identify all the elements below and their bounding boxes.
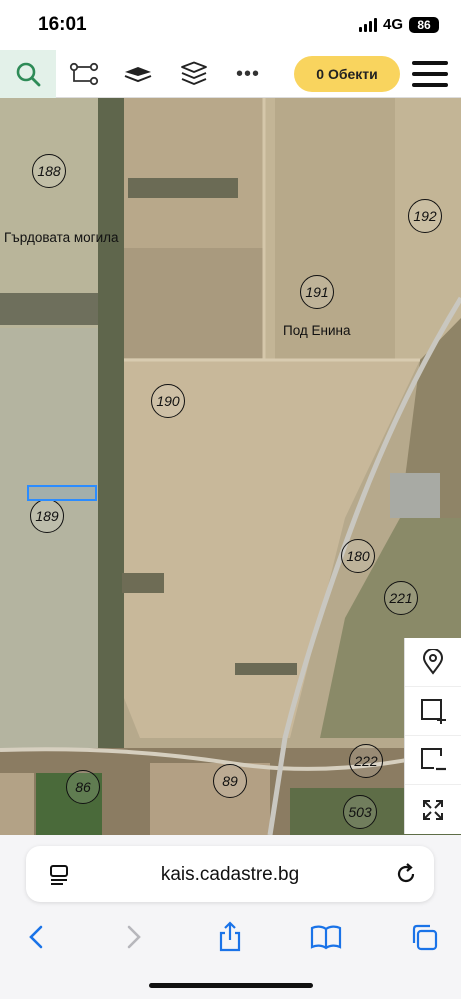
status-indicators: 4G 86 (358, 16, 439, 33)
hamburger-menu-icon[interactable] (410, 58, 450, 90)
objects-button[interactable]: 0 Обекти (294, 56, 400, 92)
address-bar[interactable]: kais.cadastre.bg (26, 846, 434, 902)
parcel-label[interactable]: 188 (32, 154, 66, 188)
parcel-label[interactable]: 189 (30, 499, 64, 533)
browser-bar: kais.cadastre.bg (0, 835, 461, 999)
satellite-map[interactable]: 188 192 191 190 189 180 221 222 86 89 50… (0, 98, 461, 835)
battery-level: 86 (409, 16, 439, 33)
parcel-label[interactable]: 222 (349, 744, 383, 778)
share-icon (219, 921, 241, 952)
parcel-label[interactable]: 221 (384, 581, 418, 615)
selected-parcel-highlight[interactable] (27, 485, 97, 501)
home-indicator (149, 983, 313, 988)
place-label: Под Енина (283, 323, 351, 338)
map-terrain (0, 98, 461, 835)
location-pin-icon (422, 649, 444, 675)
share-button[interactable] (210, 917, 250, 957)
parcel-label[interactable]: 503 (343, 795, 377, 829)
reload-icon[interactable] (394, 862, 418, 886)
url-text: kais.cadastre.bg (160, 864, 300, 885)
bookmarks-icon (310, 925, 342, 950)
parcel-label[interactable]: 192 (408, 199, 442, 233)
zoom-select-remove-button[interactable] (405, 736, 461, 785)
forward-icon (127, 925, 141, 949)
locate-button[interactable] (405, 638, 461, 687)
parcel-label[interactable]: 190 (151, 384, 185, 418)
search-icon (16, 62, 41, 87)
layers-outline-button[interactable] (172, 50, 216, 98)
cellular-signal-icon (358, 17, 377, 32)
fullscreen-icon (423, 799, 443, 820)
layers-outline-icon (181, 61, 207, 85)
search-button[interactable] (0, 50, 56, 98)
zoom-select-remove-icon (421, 748, 446, 771)
forward-button[interactable] (114, 917, 154, 957)
more-button[interactable]: ••• (226, 50, 270, 98)
tabs-icon (412, 924, 438, 951)
fullscreen-button[interactable] (405, 785, 461, 834)
parcel-label[interactable]: 86 (66, 770, 100, 804)
parcel-label[interactable]: 191 (300, 275, 334, 309)
zoom-select-add-icon (421, 699, 446, 724)
layers-filled-button[interactable] (116, 50, 160, 98)
place-label: Гърдовата могила (4, 230, 119, 245)
map-controls (404, 638, 461, 834)
back-button[interactable] (16, 917, 56, 957)
parcel-label[interactable]: 89 (213, 764, 247, 798)
status-time: 16:01 (38, 14, 87, 35)
status-bar: 16:01 4G 86 (0, 0, 461, 50)
layers-filled-icon (124, 67, 152, 83)
zoom-select-add-button[interactable] (405, 687, 461, 736)
route-button[interactable] (62, 50, 106, 98)
parcel-label[interactable]: 180 (341, 539, 375, 573)
browser-nav (0, 917, 461, 957)
back-icon (29, 925, 43, 949)
map-toolbar: ••• 0 Обекти (0, 50, 461, 98)
network-type: 4G (382, 16, 403, 33)
tabs-button[interactable] (404, 917, 444, 957)
route-icon (69, 62, 99, 86)
bookmarks-button[interactable] (306, 917, 346, 957)
